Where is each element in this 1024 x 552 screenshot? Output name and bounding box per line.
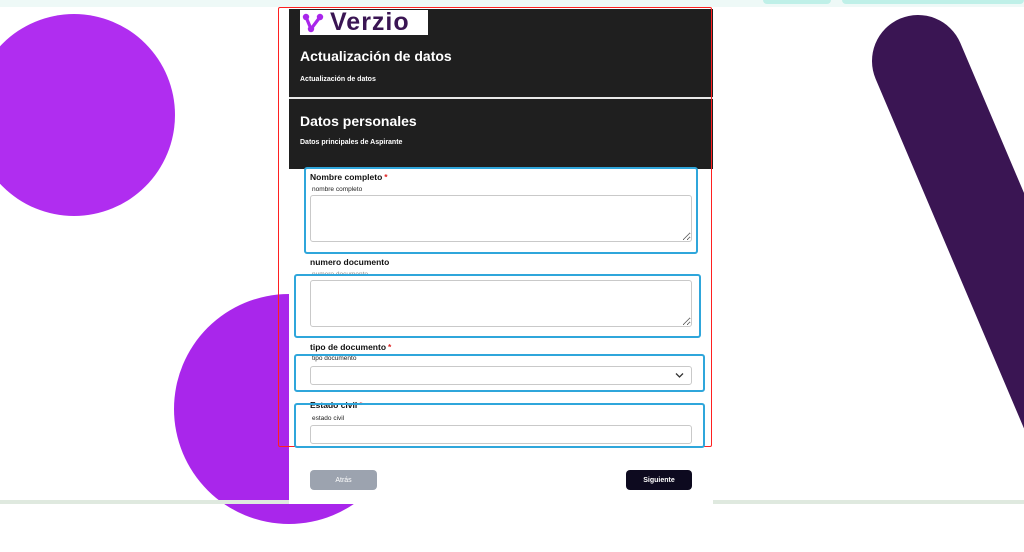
full-name-label: Nombre completo *: [310, 172, 388, 182]
required-marker: *: [384, 172, 388, 182]
next-button[interactable]: Siguiente: [626, 470, 692, 490]
marital-status-label: Estado civil *: [310, 400, 363, 410]
full-name-textarea[interactable]: [310, 195, 692, 242]
doc-number-label-text: numero documento: [310, 257, 390, 267]
required-marker: *: [388, 342, 392, 352]
marital-status-label-text: Estado civil: [310, 400, 358, 410]
decor-stroke: [857, 0, 1024, 552]
required-marker: *: [359, 400, 363, 410]
doc-type-select[interactable]: [310, 366, 692, 385]
doc-number-help: numero documento: [312, 271, 369, 278]
full-name-label-text: Nombre completo: [310, 172, 383, 182]
page-subtitle: Actualización de datos: [300, 76, 376, 83]
decor-circle: [0, 14, 175, 216]
doc-type-label-text: tipo de documento: [310, 342, 387, 352]
chevron-down-icon: [675, 373, 684, 378]
form-header: Verzio Actualización de datos Actualizac…: [289, 8, 713, 97]
back-button[interactable]: Atrás: [310, 470, 377, 490]
full-name-help: nombre completo: [312, 186, 363, 193]
brand-name: Verzio: [330, 8, 410, 36]
top-tab-pill: [763, 0, 831, 4]
marital-status-help: estado civil: [312, 415, 345, 422]
section-header: Datos personales Datos principales de As…: [289, 99, 713, 169]
form-card: Verzio Actualización de datos Actualizac…: [289, 8, 713, 504]
top-tab-pill: [842, 0, 1024, 4]
doc-type-help: tipo documento: [312, 355, 357, 362]
page-title: Actualización de datos: [300, 48, 452, 64]
section-title: Datos personales: [300, 113, 417, 129]
section-subtitle: Datos principales de Aspirante: [300, 139, 403, 146]
doc-number-textarea[interactable]: [310, 280, 692, 327]
doc-number-label: numero documento: [310, 257, 389, 267]
doc-type-label: tipo de documento *: [310, 342, 391, 352]
verzio-logo-icon: [302, 13, 324, 32]
marital-status-input[interactable]: [310, 425, 692, 444]
brand-logo: Verzio: [300, 8, 428, 36]
